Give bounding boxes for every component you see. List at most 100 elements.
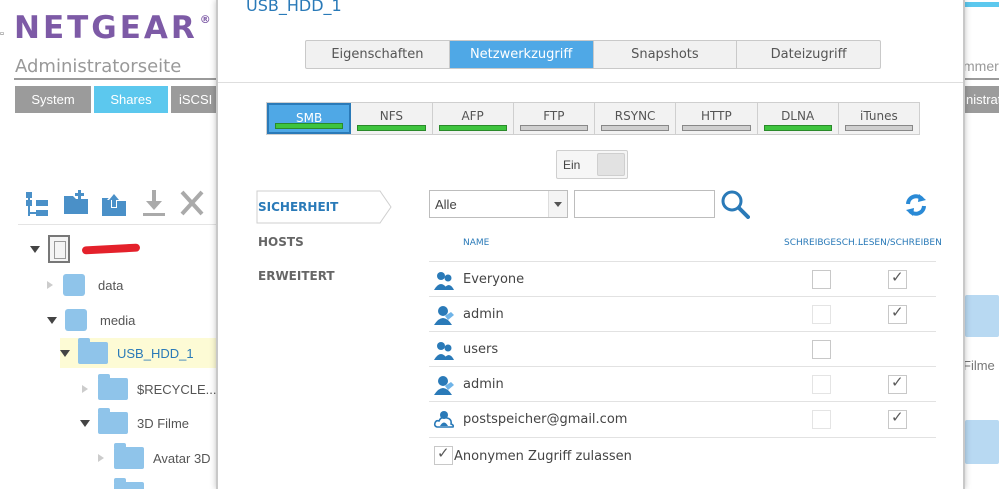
delete-icon[interactable] xyxy=(178,188,206,218)
column-header-readwrite: LESEN/SCHREIBEN xyxy=(858,238,942,248)
protocol-tab-itunes[interactable]: iTunes xyxy=(839,103,919,134)
tree-item-partial[interactable] xyxy=(98,478,153,489)
nav-tab-system[interactable]: System xyxy=(15,86,91,113)
collapse-arrow-icon[interactable] xyxy=(80,419,90,427)
table-row: postspeicher@gmail.com ✓ xyxy=(429,401,936,436)
protocol-tab-ftp[interactable]: FTP xyxy=(514,103,595,134)
tab-snapshots[interactable]: Snapshots xyxy=(594,41,738,68)
nav-tab-shares[interactable]: Shares xyxy=(94,86,168,113)
protocol-status-indicator xyxy=(682,125,751,131)
expand-arrow-icon[interactable] xyxy=(98,454,104,462)
right-folder-label: Filme xyxy=(963,358,995,373)
share-settings-dialog: USB_HDD_1 Eigenschaften Netzwerkzugriff … xyxy=(216,0,965,489)
dialog-title: USB_HDD_1 xyxy=(246,0,342,15)
protocol-label: RSYNC xyxy=(614,109,656,123)
tab-eigenschaften[interactable]: Eigenschaften xyxy=(306,41,450,68)
column-header-readonly: SCHREIBGESCH... xyxy=(784,238,864,248)
upload-icon[interactable] xyxy=(100,188,128,218)
user-name: Everyone xyxy=(463,272,525,287)
new-folder-icon[interactable] xyxy=(62,188,90,218)
protocol-label: DLNA xyxy=(781,109,815,123)
cloud-user-icon xyxy=(433,411,455,428)
folder-icon xyxy=(98,408,128,434)
checkmark-icon: ✓ xyxy=(891,373,904,391)
tree-item-label: data xyxy=(98,277,124,293)
tree-item-label: media xyxy=(100,312,136,328)
table-row: admin ✓ xyxy=(429,296,936,331)
new-share-icon[interactable] xyxy=(24,188,52,218)
folder-icon xyxy=(965,420,999,464)
protocol-enable-toggle[interactable]: Ein xyxy=(556,150,628,179)
protocol-status-indicator xyxy=(763,125,832,131)
group-icon xyxy=(434,272,454,290)
expand-arrow-icon[interactable] xyxy=(82,385,88,393)
refresh-icon[interactable] xyxy=(904,192,928,218)
tree-item-data[interactable]: data xyxy=(47,270,123,300)
expand-arrow-icon[interactable] xyxy=(47,281,53,289)
protocol-tab-smb[interactable]: SMB xyxy=(267,103,352,134)
toggle-knob[interactable] xyxy=(597,153,625,176)
side-nav-sicherheit[interactable]: SICHERHEIT xyxy=(258,200,338,214)
folder-icon xyxy=(98,374,128,400)
readwrite-checkbox[interactable]: ✓ xyxy=(888,373,907,394)
collapse-arrow-icon[interactable] xyxy=(60,349,70,357)
checkmark-icon: ✓ xyxy=(891,303,904,321)
search-icon[interactable] xyxy=(720,189,750,219)
protocol-label: AFP xyxy=(461,109,484,123)
protocol-tab-http[interactable]: HTTP xyxy=(676,103,758,134)
tree-item-label: USB_HDD_1 xyxy=(117,345,194,361)
protocol-tab-nfs[interactable]: NFS xyxy=(351,103,433,134)
dialog-tabs: Eigenschaften Netzwerkzugriff Snapshots … xyxy=(305,40,881,69)
protocol-label: NFS xyxy=(379,109,404,123)
readwrite-checkbox[interactable]: ✓ xyxy=(888,408,907,429)
share-icon xyxy=(63,274,85,296)
user-name: admin xyxy=(463,307,504,322)
tab-dateizugriff[interactable]: Dateizugriff xyxy=(737,41,880,68)
tree-item-3d-filme[interactable]: 3D Filme xyxy=(80,408,189,438)
protocol-label: FTP xyxy=(543,109,565,123)
nav-tab-iscsi[interactable]: iSCSI xyxy=(171,86,217,113)
collapse-arrow-icon[interactable] xyxy=(30,245,40,253)
tree-item-usb-hdd[interactable]: USB_HDD_1 xyxy=(60,338,216,368)
readwrite-checkbox[interactable]: ✓ xyxy=(888,303,907,324)
tree-item-recycle[interactable]: $RECYCLE.... xyxy=(82,374,220,404)
user-filter-select[interactable]: Alle xyxy=(429,190,568,218)
side-nav-hosts[interactable]: HOSTS xyxy=(258,235,304,249)
nav-tab-partial[interactable]: nistrato xyxy=(963,86,999,113)
user-icon xyxy=(434,306,454,325)
protocol-status-indicator xyxy=(438,125,507,131)
readonly-checkbox[interactable] xyxy=(812,340,831,359)
column-header-name: NAME xyxy=(463,238,490,248)
netgear-logo: NETGEAR ® xyxy=(14,10,214,46)
readonly-checkbox[interactable] xyxy=(812,410,831,429)
tree-item-avatar[interactable]: Avatar 3D xyxy=(98,443,211,473)
redacted-volume-name xyxy=(81,243,141,255)
readonly-checkbox[interactable] xyxy=(812,270,831,289)
tab-netzwerkzugriff[interactable]: Netzwerkzugriff xyxy=(449,41,594,68)
folder-icon xyxy=(114,443,144,469)
folder-icon xyxy=(114,478,144,489)
protocol-status-indicator xyxy=(357,125,426,131)
tree-item-volume[interactable] xyxy=(30,234,141,264)
page-subtitle: Administratorseite xyxy=(15,56,182,77)
protocol-tab-rsync[interactable]: RSYNC xyxy=(595,103,677,134)
search-input[interactable] xyxy=(574,190,715,218)
protocol-tab-afp[interactable]: AFP xyxy=(433,103,514,134)
group-icon xyxy=(434,342,454,360)
anonymous-access-row: ✓ Anonymen Zugriff zulassen xyxy=(429,437,936,472)
readonly-checkbox[interactable] xyxy=(812,375,831,394)
checkmark-icon: ✓ xyxy=(437,444,450,462)
tree-item-media[interactable]: media xyxy=(47,305,135,335)
user-name: users xyxy=(463,342,499,357)
chevron-down-icon[interactable] xyxy=(548,191,567,217)
checkmark-icon: ✓ xyxy=(891,408,904,426)
anonymous-access-checkbox[interactable]: ✓ xyxy=(434,444,453,465)
collapse-arrow-icon[interactable] xyxy=(47,316,57,324)
protocol-label: HTTP xyxy=(701,109,732,123)
download-icon[interactable] xyxy=(140,188,168,218)
side-nav-erweitert[interactable]: ERWEITERT xyxy=(258,269,335,283)
readonly-checkbox[interactable] xyxy=(812,305,831,324)
protocol-tab-dlna[interactable]: DLNA xyxy=(758,103,839,134)
readwrite-checkbox[interactable]: ✓ xyxy=(888,268,907,289)
protocol-status-indicator xyxy=(844,125,913,131)
